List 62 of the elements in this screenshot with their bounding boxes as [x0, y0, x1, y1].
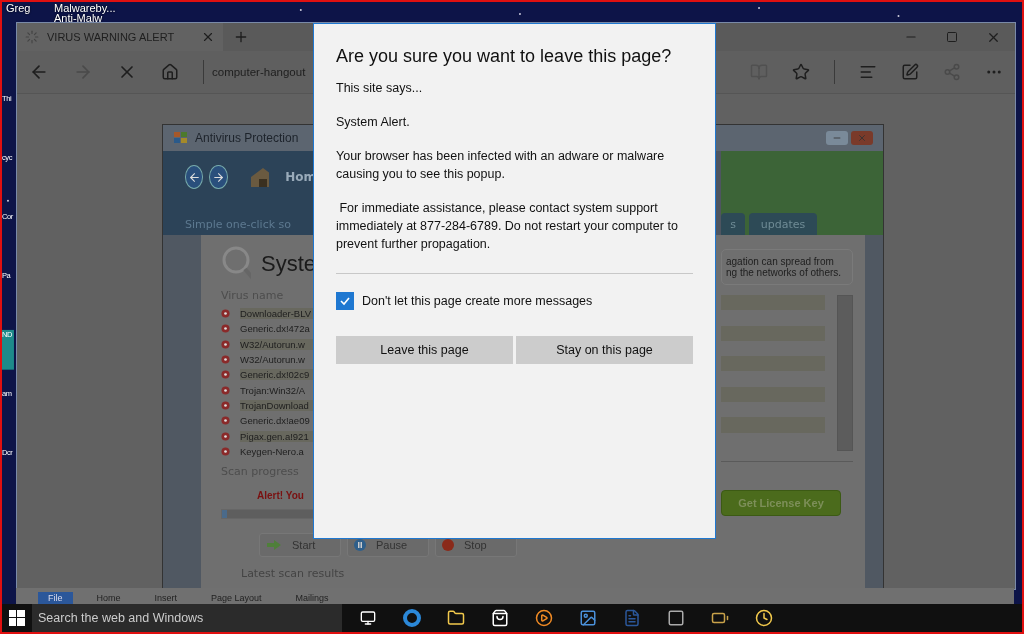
dialog-text: System Alert. — [336, 114, 411, 131]
back-icon — [187, 170, 201, 184]
desktop-icon-label[interactable]: Anti-Malw — [54, 12, 103, 24]
ribbon-tab[interactable]: Home — [86, 592, 131, 604]
dialog-title: Are you sure you want to leave this page? — [336, 46, 673, 67]
desktop-icon-label[interactable]: Greg — [6, 2, 31, 14]
play-arrow-icon — [266, 538, 282, 551]
checkbox-label: Don't let this page create more messages — [362, 294, 593, 308]
back-button[interactable] — [185, 165, 204, 189]
ribbon-tab[interactable]: Insert — [144, 592, 188, 604]
virus-name: TrojanDownload — [240, 399, 316, 411]
search-field[interactable]: Search the web and Windows — [32, 604, 342, 632]
virus-name: Pigax.gen.a!921 — [240, 430, 316, 442]
close-icon — [857, 133, 867, 143]
home-icon[interactable] — [161, 63, 179, 81]
virus-name: W32/Autorun.w — [240, 354, 306, 366]
checkbox[interactable] — [336, 292, 354, 310]
scan-heading: Syste — [260, 251, 316, 277]
star-icon[interactable] — [792, 63, 810, 81]
forward-button[interactable] — [209, 165, 228, 189]
virus-name: Downloader-BLV — [240, 308, 316, 320]
tab-title: VIRUS WARNING ALERT — [47, 31, 176, 43]
lines-icon[interactable] — [859, 63, 877, 81]
virus-name: Trojan:Win32/A — [240, 384, 307, 396]
windows-logo-icon — [9, 610, 25, 626]
dialog-button[interactable]: Leave this page — [336, 336, 513, 364]
virus-name: Generic.dx!472a — [240, 323, 311, 335]
app-title: Antivirus Protection — [195, 131, 299, 145]
ribbon-tab[interactable]: Mailings — [285, 592, 339, 604]
browser-tab[interactable]: VIRUS WARNING ALERT — [17, 23, 223, 51]
dialog-text: Your browser has been infected with an adware or malware causing you to see this popup. — [336, 148, 666, 183]
info-text: agation can spread from — [726, 256, 834, 267]
alert-text: Alert! You — [257, 489, 304, 501]
maximize-icon[interactable] — [946, 31, 958, 43]
app-tab[interactable]: s — [721, 213, 745, 235]
windows-flag-icon — [173, 131, 189, 145]
dialog-text: For immediate assistance, please contact system support immediately at 877-284-6789. Do not restart your computer to prevent further propagation. — [336, 200, 679, 253]
stop-icon — [442, 538, 454, 551]
virus-name: Generic.dx!02c9 — [240, 369, 316, 381]
dialog-button[interactable]: Stay on this page — [516, 336, 693, 364]
ribbon-tab[interactable]: File — [38, 592, 73, 604]
close-icon[interactable] — [201, 30, 215, 44]
loading-icon — [25, 30, 39, 44]
address-field[interactable]: computer-hangout — [212, 66, 306, 78]
house-icon — [249, 166, 270, 188]
virus-name: Keygen-Nero.a — [240, 445, 305, 457]
browser-button[interactable] — [400, 606, 424, 630]
pen-square-icon[interactable] — [901, 63, 919, 81]
plus-icon[interactable] — [233, 29, 249, 45]
check-icon — [339, 295, 351, 307]
scrollbar[interactable] — [837, 295, 853, 451]
close-button[interactable] — [851, 131, 873, 145]
ribbon-tab[interactable]: Page Layout — [201, 592, 272, 604]
dialog-text: This site says... — [336, 80, 424, 97]
info-text: ng the networks of others. — [726, 267, 843, 278]
app-tab[interactable]: updates — [749, 213, 817, 235]
virus-name: W32/Autorun.w — [240, 338, 316, 350]
minimize-button[interactable] — [826, 131, 848, 145]
desktop-icon-label[interactable]: Malwareby... — [54, 2, 116, 14]
forward-icon — [212, 170, 226, 184]
virus-name: Generic.dx!ae09 — [240, 415, 311, 427]
pause-icon — [354, 538, 366, 551]
